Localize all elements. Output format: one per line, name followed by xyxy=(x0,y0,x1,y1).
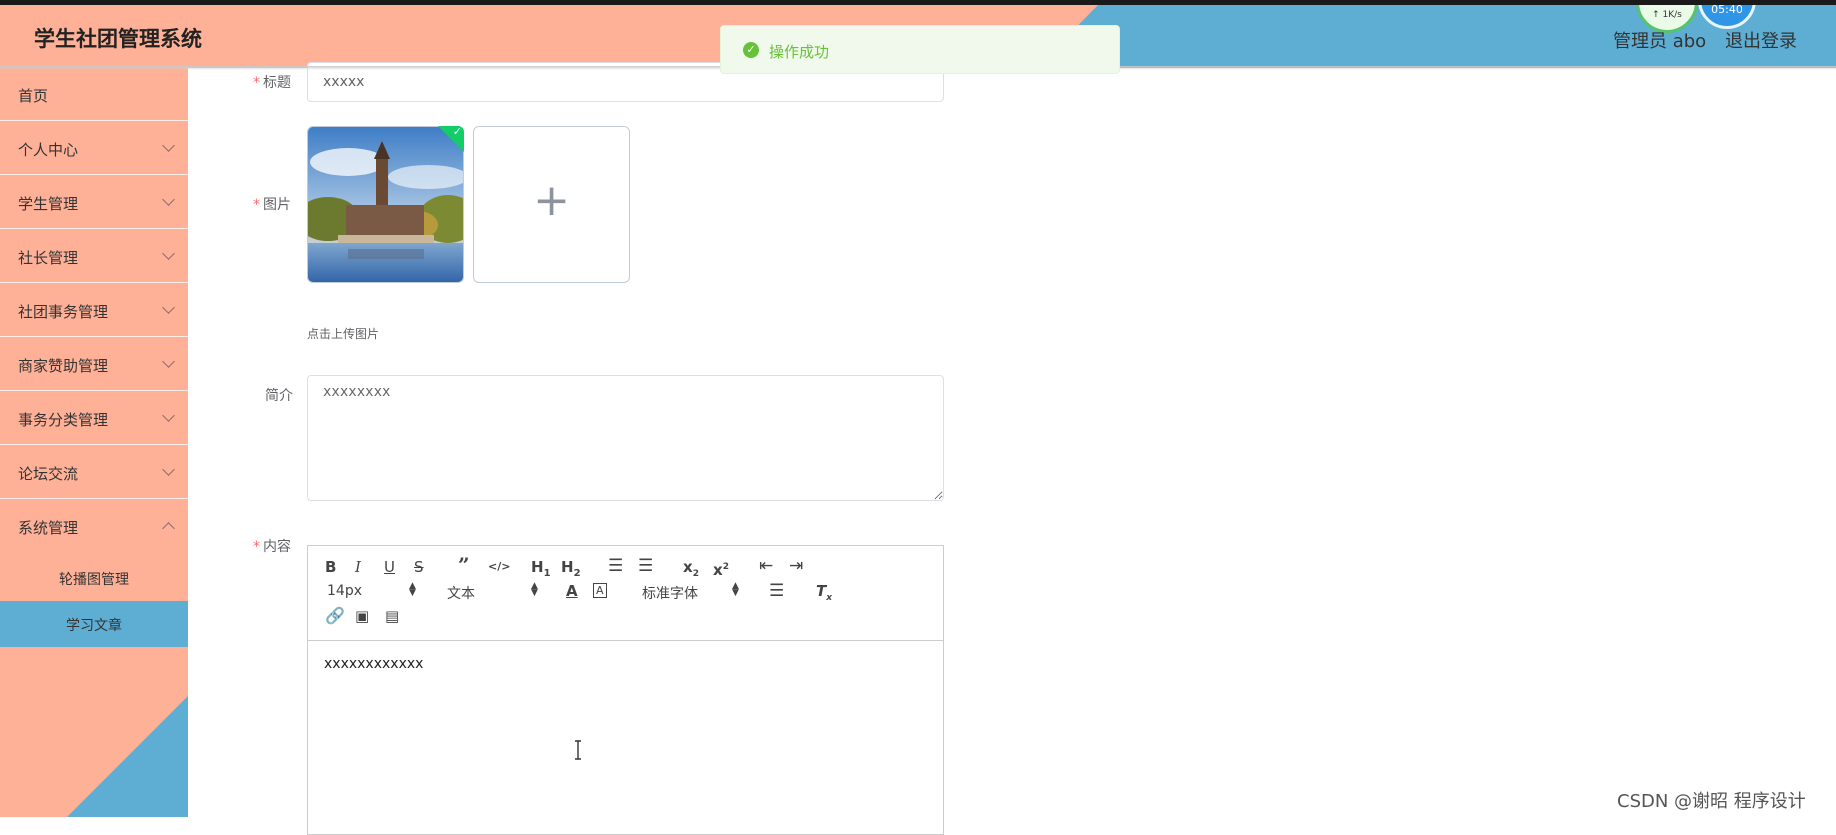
sidebar-item-label: 商家赞助管理 xyxy=(18,357,109,375)
sidebar-item-label: 首页 xyxy=(18,87,49,105)
network-speed-text: ↑ 1K/s xyxy=(1652,10,1682,20)
admin-label: 管理员 abo xyxy=(1613,31,1707,52)
upload-success-badge: ✓ xyxy=(438,126,464,152)
chevron-down-icon xyxy=(162,193,175,206)
chevron-down-icon xyxy=(162,355,175,368)
check-icon: ✓ xyxy=(452,126,462,138)
success-check-icon: ✓ xyxy=(743,42,759,58)
indent-icon[interactable]: ⇥ xyxy=(789,557,803,575)
toast-message: 操作成功 xyxy=(769,43,830,61)
sidebar-item-sponsor-management[interactable]: 商家赞助管理 xyxy=(0,338,188,391)
font-color-icon[interactable]: A xyxy=(566,582,578,600)
italic-icon[interactable]: I xyxy=(355,558,361,576)
sidebar-item-personal-center[interactable]: 个人中心 xyxy=(0,122,188,175)
outdent-icon[interactable]: ⇤ xyxy=(759,557,773,575)
chevron-down-icon xyxy=(162,139,175,152)
code-block-icon[interactable]: </> xyxy=(488,558,510,576)
font-size-select[interactable]: 14px ▲ ▼ xyxy=(327,582,416,600)
chevron-down-icon xyxy=(162,247,175,260)
chevron-down-icon xyxy=(162,463,175,476)
upload-tip: 点击上传图片 xyxy=(307,327,380,341)
video-icon[interactable]: ▤ xyxy=(385,607,399,625)
sidebar: 首页 个人中心 学生管理 社长管理 社团事务管理 商家赞助管理 事务分类管理 论… xyxy=(0,68,188,817)
font-family-select[interactable]: 标准字体 ▲ ▼ xyxy=(642,582,739,603)
sidebar-subitem-articles[interactable]: 学习文章 xyxy=(0,601,188,647)
sidebar-item-forum[interactable]: 论坛交流 xyxy=(0,446,188,499)
text-cursor-icon xyxy=(575,740,581,760)
plus-icon: + xyxy=(533,175,570,226)
strikethrough-icon[interactable]: S xyxy=(414,558,424,576)
editor-content[interactable]: xxxxxxxxxxxx xyxy=(324,656,423,672)
sidebar-item-student-management[interactable]: 学生管理 xyxy=(0,176,188,229)
background-color-icon[interactable]: A xyxy=(593,583,607,598)
logout-button[interactable]: 退出登录 xyxy=(1725,27,1797,53)
sidebar-item-affair-category[interactable]: 事务分类管理 xyxy=(0,392,188,445)
clear-format-icon[interactable]: Tx xyxy=(816,582,832,607)
image-icon[interactable]: ▣ xyxy=(355,607,369,625)
align-icon[interactable]: ☰ xyxy=(769,582,784,600)
image-label: * 图片 xyxy=(253,197,291,213)
header-select[interactable]: 文本 ▲ ▼ xyxy=(447,582,538,603)
intro-textarea[interactable]: xxxxxxxx xyxy=(307,375,944,501)
clock-text: 05:40 xyxy=(1711,5,1743,16)
watermark: CSDN @谢昭 程序设计 xyxy=(1617,791,1806,812)
content-label: * 内容 xyxy=(253,539,291,555)
rich-text-editor: B I U S ” </> H1 H2 ☰ ☰ x2 x2 ⇤ ⇥ 14px ▲ ▼… xyxy=(307,545,944,835)
sidebar-subitem-label: 轮播图管理 xyxy=(59,572,129,588)
clock-widget: 05:40 xyxy=(1698,5,1756,29)
title-label: * 标题 xyxy=(253,75,291,91)
editor-toolbar: B I U S ” </> H1 H2 ☰ ☰ x2 x2 ⇤ ⇥ 14px ▲ ▼… xyxy=(308,546,943,641)
sidebar-item-label: 事务分类管理 xyxy=(18,411,109,429)
sidebar-item-label: 社团事务管理 xyxy=(18,303,109,321)
sidebar-item-home[interactable]: 首页 xyxy=(0,68,188,121)
superscript-icon[interactable]: x2 xyxy=(713,558,729,579)
heading2-icon[interactable]: H2 xyxy=(561,558,581,583)
bullet-list-icon[interactable]: ☰ xyxy=(638,557,653,575)
bold-icon[interactable]: B xyxy=(325,558,336,576)
sidebar-item-president-management[interactable]: 社长管理 xyxy=(0,230,188,283)
image-upload-button[interactable]: + xyxy=(473,126,630,283)
sidebar-item-label: 社长管理 xyxy=(18,249,79,267)
underline-icon[interactable]: U xyxy=(384,558,395,576)
app-title: 学生社团管理系统 xyxy=(34,27,202,51)
sidebar-item-label: 学生管理 xyxy=(18,195,79,213)
subscript-icon[interactable]: x2 xyxy=(683,558,699,583)
chevron-up-icon xyxy=(162,522,175,535)
sidebar-item-label: 个人中心 xyxy=(18,141,79,159)
ordered-list-icon[interactable]: ☰ xyxy=(608,557,623,575)
chevron-down-icon xyxy=(162,301,175,314)
sidebar-item-label: 论坛交流 xyxy=(18,465,79,483)
intro-label: 简介 xyxy=(265,388,293,404)
sidebar-item-system-management[interactable]: 系统管理 xyxy=(0,500,188,553)
chevron-down-icon xyxy=(162,409,175,422)
sidebar-subitem-carousel[interactable]: 轮播图管理 xyxy=(0,555,188,601)
sidebar-subitem-label: 学习文章 xyxy=(66,618,122,634)
blockquote-icon[interactable]: ” xyxy=(458,555,470,575)
link-icon[interactable]: 🔗 xyxy=(325,607,345,625)
sidebar-item-label: 系统管理 xyxy=(18,519,79,537)
success-toast: ✓ 操作成功 xyxy=(720,25,1120,74)
sidebar-item-club-affairs[interactable]: 社团事务管理 xyxy=(0,284,188,337)
heading1-icon[interactable]: H1 xyxy=(531,558,551,583)
